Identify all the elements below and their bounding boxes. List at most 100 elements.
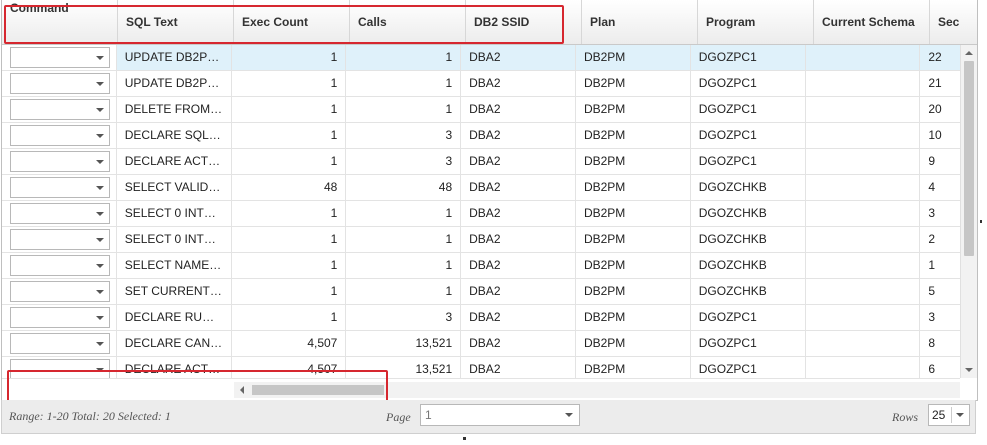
cell-sql-text: DECLARE ACT… xyxy=(117,357,232,378)
cell-calls: 1 xyxy=(346,71,462,96)
cell-program: DGOZCHKB xyxy=(691,227,806,252)
cell-exec-count: 1 xyxy=(232,123,347,148)
column-header-current-schema[interactable]: Current Schema xyxy=(814,0,930,44)
cell-sec: 10 xyxy=(928,128,942,142)
cell-sql-text: SELECT 0 INT… xyxy=(117,227,232,252)
table-row[interactable]: SELECT VALID … 48 48 DBA2 DB2PM DGOZCHKB 4 xyxy=(2,175,960,201)
rows-label: Rows xyxy=(892,410,919,424)
cell-plan: DB2PM xyxy=(576,45,691,70)
command-dropdown[interactable] xyxy=(10,99,110,120)
command-dropdown[interactable] xyxy=(10,255,110,276)
cell-current-schema xyxy=(806,45,921,70)
cell-plan: DB2PM xyxy=(576,279,691,304)
command-dropdown[interactable] xyxy=(10,151,110,172)
resize-handle-right[interactable] xyxy=(980,220,982,223)
cell-current-schema xyxy=(806,279,921,304)
command-dropdown[interactable] xyxy=(10,359,110,378)
column-header-sql-text[interactable]: SQL Text xyxy=(118,0,234,44)
cell-calls: 1 xyxy=(346,253,462,278)
cell-current-schema xyxy=(806,149,921,174)
scroll-down-icon[interactable] xyxy=(965,368,973,372)
cell-command xyxy=(2,149,117,174)
column-header-calls[interactable]: Calls xyxy=(350,0,466,44)
table-row[interactable]: UPDATE DB2P… 1 1 DBA2 DB2PM DGOZPC1 22 xyxy=(2,45,960,71)
cell-plan: DB2PM xyxy=(576,253,691,278)
cell-calls: 3 xyxy=(346,305,462,330)
cell-exec-count: 1 xyxy=(232,201,347,226)
cell-command xyxy=(2,227,117,252)
resize-handle-bottom[interactable] xyxy=(463,437,466,440)
horizontal-scroll-thumb[interactable] xyxy=(252,385,384,395)
cell-sec: 22 xyxy=(928,50,942,64)
column-header-exec-count[interactable]: Exec Count xyxy=(234,0,350,44)
table-row[interactable]: SELECT 0 INT… 1 1 DBA2 DB2PM DGOZCHKB 3 xyxy=(2,201,960,227)
page-select-value: 1 xyxy=(425,408,432,422)
column-header-db2-ssid[interactable]: DB2 SSID xyxy=(466,0,582,44)
command-dropdown[interactable] xyxy=(10,47,110,68)
page-select[interactable]: 1 xyxy=(420,404,580,426)
vertical-scrollbar[interactable] xyxy=(960,45,977,378)
scroll-up-icon[interactable] xyxy=(965,51,973,55)
command-dropdown[interactable] xyxy=(10,229,110,250)
scroll-left-icon[interactable] xyxy=(240,386,244,394)
command-dropdown[interactable] xyxy=(10,73,110,94)
vertical-scroll-thumb[interactable] xyxy=(964,61,974,256)
chevron-down-icon xyxy=(96,82,104,86)
table-row[interactable]: SET CURRENT… 1 1 DBA2 DB2PM DGOZCHKB 5 xyxy=(2,279,960,305)
cell-exec-count: 1 xyxy=(232,305,347,330)
column-header-sec[interactable]: Sec xyxy=(930,0,970,44)
cell-current-schema xyxy=(806,175,921,200)
table-row[interactable]: DECLARE RUN… 1 3 DBA2 DB2PM DGOZPC1 3 xyxy=(2,305,960,331)
cell-sec: 4 xyxy=(928,180,936,194)
cell-sql-text: SELECT VALID … xyxy=(117,175,232,200)
grid-footer: Range: 1-20 Total: 20 Selected: 1 Page 1… xyxy=(1,400,976,434)
table-row[interactable]: DECLARE SQL… 1 3 DBA2 DB2PM DGOZPC1 10 xyxy=(2,123,960,149)
table-row[interactable]: SELECT 0 INT… 1 1 DBA2 DB2PM DGOZCHKB 2 xyxy=(2,227,960,253)
table-row[interactable]: UPDATE DB2P… 1 1 DBA2 DB2PM DGOZPC1 21 xyxy=(2,71,960,97)
table-row[interactable]: DECLARE CAN… 4,507 13,521 DBA2 DB2PM DGOZPC1 8 xyxy=(2,331,960,357)
cell-command xyxy=(2,45,117,70)
chevron-down-icon xyxy=(96,186,104,190)
cell-sql-text: DECLARE ACT… xyxy=(117,149,232,174)
chevron-down-icon xyxy=(96,160,104,164)
cell-db2-ssid: DBA2 xyxy=(461,227,576,252)
table-row[interactable]: SELECT NAME… 1 1 DBA2 DB2PM DGOZCHKB 1 xyxy=(2,253,960,279)
table-row[interactable]: DECLARE ACT… 1 3 DBA2 DB2PM DGOZPC1 9 xyxy=(2,149,960,175)
column-header-program[interactable]: Program xyxy=(698,0,814,44)
chevron-down-icon xyxy=(96,316,104,320)
cell-sql-text: DECLARE SQL… xyxy=(117,123,232,148)
table-row[interactable]: DECLARE ACT… 4,507 13,521 DBA2 DB2PM DGOZPC1 6 xyxy=(2,357,960,378)
command-dropdown[interactable] xyxy=(10,333,110,354)
cell-db2-ssid: DBA2 xyxy=(461,201,576,226)
command-dropdown[interactable] xyxy=(10,281,110,302)
command-dropdown[interactable] xyxy=(10,177,110,198)
cell-sec: 1 xyxy=(928,258,936,272)
cell-exec-count: 1 xyxy=(232,45,347,70)
cell-current-schema xyxy=(806,331,921,356)
cell-plan: DB2PM xyxy=(576,97,691,122)
command-dropdown[interactable] xyxy=(10,203,110,224)
command-dropdown[interactable] xyxy=(10,307,110,328)
table-row[interactable]: DELETE FROM… 1 1 DBA2 DB2PM DGOZPC1 20 xyxy=(2,97,960,123)
cell-calls: 1 xyxy=(346,45,462,70)
cell-plan: DB2PM xyxy=(576,71,691,96)
cell-command xyxy=(2,253,117,278)
chevron-down-icon xyxy=(96,368,104,372)
rows-per-page-select[interactable]: 25 xyxy=(928,404,970,426)
column-header-plan[interactable]: Plan xyxy=(582,0,698,44)
cell-sql-text: DELETE FROM… xyxy=(117,97,232,122)
cell-command xyxy=(2,71,117,96)
cell-sec: 21 xyxy=(928,76,942,90)
cell-calls: 48 xyxy=(346,175,462,200)
cell-program: DGOZPC1 xyxy=(691,45,806,70)
cell-program: DGOZCHKB xyxy=(691,253,806,278)
chevron-down-icon xyxy=(96,342,104,346)
cell-sql-text: SELECT NAME… xyxy=(117,253,232,278)
cell-current-schema xyxy=(806,123,921,148)
cell-exec-count: 1 xyxy=(232,253,347,278)
cell-command xyxy=(2,305,117,330)
command-dropdown[interactable] xyxy=(10,125,110,146)
column-header-command[interactable]: Command xyxy=(2,0,118,44)
horizontal-scrollbar[interactable] xyxy=(234,382,960,398)
cell-db2-ssid: DBA2 xyxy=(461,149,576,174)
